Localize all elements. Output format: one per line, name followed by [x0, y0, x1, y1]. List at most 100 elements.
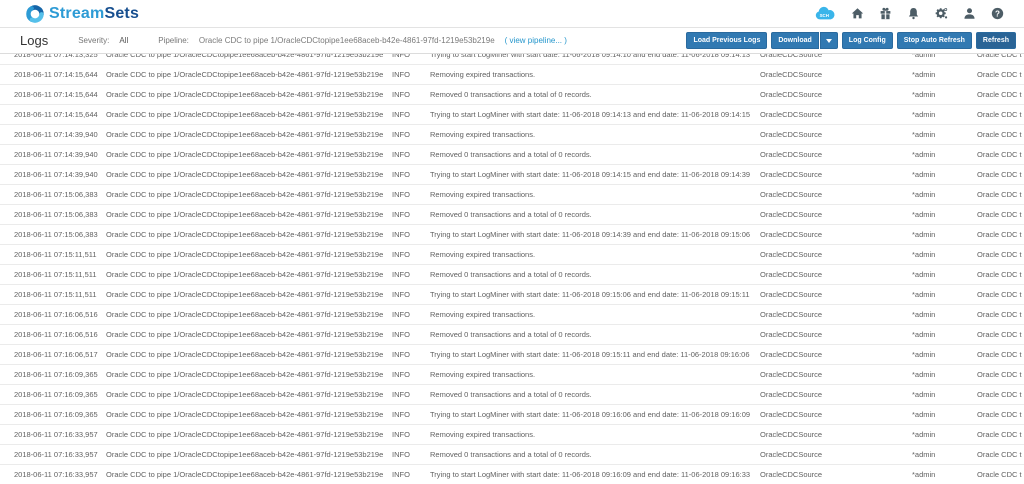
log-source: OracleCDCSource: [760, 450, 823, 459]
streamsets-logo[interactable]: StreamSets: [24, 3, 139, 25]
download-button[interactable]: Download: [771, 32, 819, 49]
log-message: Trying to start LogMiner with start date…: [430, 350, 750, 359]
log-severity: INFO: [392, 410, 410, 419]
log-user: *admin: [912, 190, 936, 199]
view-pipeline-link[interactable]: ( view pipeline... ): [505, 36, 567, 45]
log-severity: INFO: [392, 150, 410, 159]
log-row: 2018-06-11 07:16:06,516 Oracle CDC to pi…: [0, 305, 1024, 325]
pipeline-value: Oracle CDC to pipe 1/OracleCDCtopipe1ee6…: [198, 36, 495, 45]
log-user: *admin: [912, 430, 936, 439]
log-user: *admin: [912, 210, 936, 219]
log-row: 2018-06-11 07:16:06,516 Oracle CDC to pi…: [0, 325, 1024, 345]
log-message: Trying to start LogMiner with start date…: [430, 54, 751, 59]
logs-toolbar: Logs Severity: All Pipeline: Oracle CDC …: [0, 28, 1024, 54]
bell-icon[interactable]: [907, 7, 920, 20]
log-row: 2018-06-11 07:14:15,644 Oracle CDC to pi…: [0, 105, 1024, 125]
log-severity: INFO: [392, 54, 410, 59]
log-timestamp: 2018-06-11 07:14:39,940: [14, 170, 98, 179]
log-row: 2018-06-11 07:14:15,644 Oracle CDC to pi…: [0, 85, 1024, 105]
log-config-button[interactable]: Log Config: [841, 32, 893, 49]
log-user: *admin: [912, 290, 936, 299]
log-pipeline-2: Oracle CDC t: [977, 290, 1022, 299]
log-pipeline-2: Oracle CDC t: [977, 90, 1022, 99]
log-row: 2018-06-11 07:14:13,325 Oracle CDC to pi…: [0, 54, 1024, 65]
log-timestamp: 2018-06-11 07:14:15,644: [14, 70, 98, 79]
log-timestamp: 2018-06-11 07:16:06,517: [14, 350, 98, 359]
log-pipeline-2: Oracle CDC t: [977, 330, 1022, 339]
log-pipeline: Oracle CDC to pipe 1/OracleCDCtopipe1ee6…: [106, 330, 384, 339]
log-message: Removing expired transactions.: [430, 430, 536, 439]
log-severity: INFO: [392, 250, 410, 259]
gift-icon[interactable]: [879, 7, 892, 20]
log-user: *admin: [912, 250, 936, 259]
log-pipeline-2: Oracle CDC t: [977, 210, 1022, 219]
log-pipeline: Oracle CDC to pipe 1/OracleCDCtopipe1ee6…: [106, 190, 384, 199]
stop-auto-refresh-button[interactable]: Stop Auto Refresh: [896, 32, 972, 49]
log-row: 2018-06-11 07:15:11,511 Oracle CDC to pi…: [0, 285, 1024, 305]
log-pipeline: Oracle CDC to pipe 1/OracleCDCtopipe1ee6…: [106, 90, 384, 99]
log-severity: INFO: [392, 270, 410, 279]
svg-text:?: ?: [995, 9, 1000, 18]
sch-cloud-icon[interactable]: SCH: [814, 6, 836, 21]
log-pipeline-2: Oracle CDC t: [977, 470, 1022, 479]
log-row: 2018-06-11 07:14:39,940 Oracle CDC to pi…: [0, 125, 1024, 145]
log-source: OracleCDCSource: [760, 110, 823, 119]
log-row: 2018-06-11 07:16:33,957 Oracle CDC to pi…: [0, 465, 1024, 484]
log-severity: INFO: [392, 470, 410, 479]
log-pipeline: Oracle CDC to pipe 1/OracleCDCtopipe1ee6…: [106, 230, 384, 239]
log-pipeline: Oracle CDC to pipe 1/OracleCDCtopipe1ee6…: [106, 70, 384, 79]
log-source: OracleCDCSource: [760, 290, 823, 299]
log-table-viewport[interactable]: 2018-06-11 07:14:13,325 Oracle CDC to pi…: [0, 54, 1024, 484]
log-source: OracleCDCSource: [760, 270, 823, 279]
log-severity: INFO: [392, 290, 410, 299]
chevron-down-icon: [825, 38, 832, 43]
load-previous-logs-button[interactable]: Load Previous Logs: [686, 32, 768, 49]
log-message: Removed 0 transactions and a total of 0 …: [430, 150, 592, 159]
log-user: *admin: [912, 70, 936, 79]
download-caret-button[interactable]: [819, 32, 838, 49]
download-split-button: Download: [771, 32, 838, 49]
log-pipeline: Oracle CDC to pipe 1/OracleCDCtopipe1ee6…: [106, 450, 384, 459]
log-message: Removed 0 transactions and a total of 0 …: [430, 450, 592, 459]
log-pipeline: Oracle CDC to pipe 1/OracleCDCtopipe1ee6…: [106, 250, 384, 259]
log-pipeline: Oracle CDC to pipe 1/OracleCDCtopipe1ee6…: [106, 130, 384, 139]
log-pipeline: Oracle CDC to pipe 1/OracleCDCtopipe1ee6…: [106, 410, 384, 419]
log-pipeline-2: Oracle CDC t: [977, 450, 1022, 459]
log-pipeline: Oracle CDC to pipe 1/OracleCDCtopipe1ee6…: [106, 370, 384, 379]
log-timestamp: 2018-06-11 07:16:09,365: [14, 390, 98, 399]
page-title: Logs: [20, 33, 49, 48]
log-severity: INFO: [392, 310, 410, 319]
log-severity: INFO: [392, 170, 410, 179]
log-pipeline: Oracle CDC to pipe 1/OracleCDCtopipe1ee6…: [106, 54, 384, 59]
log-severity: INFO: [392, 450, 410, 459]
refresh-button[interactable]: Refresh: [975, 32, 1016, 49]
log-row: 2018-06-11 07:14:39,940 Oracle CDC to pi…: [0, 165, 1024, 185]
log-message: Removed 0 transactions and a total of 0 …: [430, 270, 592, 279]
log-user: *admin: [912, 450, 936, 459]
log-user: *admin: [912, 54, 936, 59]
log-source: OracleCDCSource: [760, 250, 823, 259]
log-user: *admin: [912, 410, 936, 419]
log-message: Removing expired transactions.: [430, 250, 536, 259]
log-severity: INFO: [392, 70, 410, 79]
log-source: OracleCDCSource: [760, 350, 823, 359]
home-icon[interactable]: [851, 7, 864, 20]
log-pipeline-2: Oracle CDC t: [977, 350, 1022, 359]
log-source: OracleCDCSource: [760, 370, 823, 379]
log-row: 2018-06-11 07:16:33,957 Oracle CDC to pi…: [0, 425, 1024, 445]
user-icon[interactable]: [963, 7, 976, 20]
log-pipeline: Oracle CDC to pipe 1/OracleCDCtopipe1ee6…: [106, 210, 384, 219]
log-timestamp: 2018-06-11 07:15:06,383: [14, 230, 98, 239]
log-source: OracleCDCSource: [760, 390, 823, 399]
log-timestamp: 2018-06-11 07:16:09,365: [14, 370, 98, 379]
sch-badge-text: SCH: [820, 13, 829, 18]
help-icon[interactable]: ?: [991, 7, 1004, 20]
brand-name: StreamSets: [49, 4, 140, 22]
severity-select[interactable]: All: [119, 36, 128, 45]
gears-icon[interactable]: [935, 7, 948, 20]
log-severity: INFO: [392, 430, 410, 439]
log-pipeline: Oracle CDC to pipe 1/OracleCDCtopipe1ee6…: [106, 150, 384, 159]
log-timestamp: 2018-06-11 07:16:06,516: [14, 310, 98, 319]
log-row: 2018-06-11 07:16:09,365 Oracle CDC to pi…: [0, 385, 1024, 405]
log-pipeline: Oracle CDC to pipe 1/OracleCDCtopipe1ee6…: [106, 270, 384, 279]
